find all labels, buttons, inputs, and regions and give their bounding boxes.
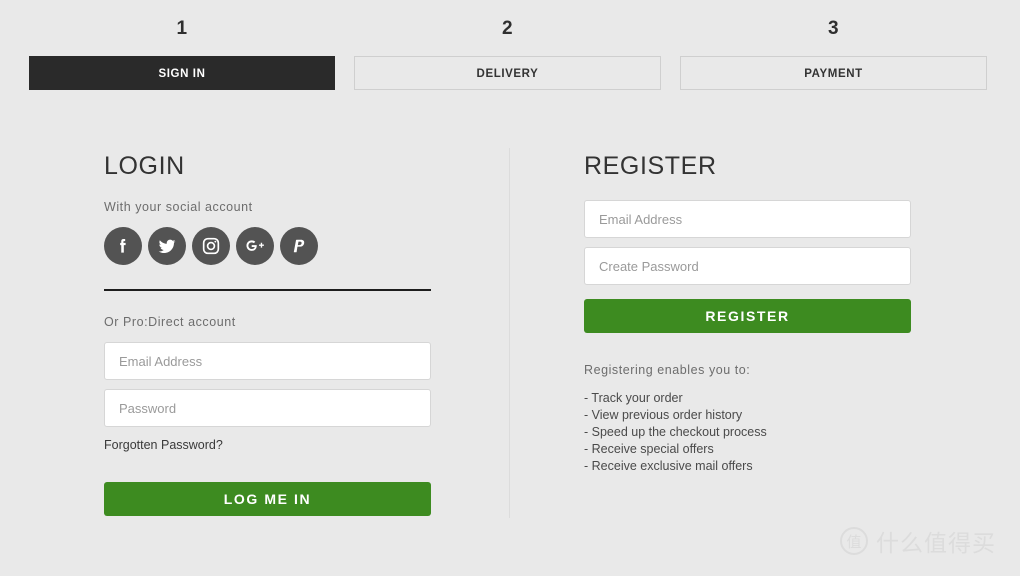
benefit-item: - View previous order history bbox=[584, 408, 743, 422]
register-title: REGISTER bbox=[584, 152, 717, 180]
twitter-icon[interactable] bbox=[148, 227, 186, 265]
forgotten-password-link[interactable]: Forgotten Password? bbox=[104, 438, 223, 452]
tab-delivery[interactable]: DELIVERY bbox=[354, 56, 661, 90]
tab-sign-in[interactable]: SIGN IN bbox=[29, 56, 335, 90]
login-email-input[interactable] bbox=[104, 342, 431, 380]
step-number-2: 2 bbox=[501, 18, 514, 39]
login-title: LOGIN bbox=[104, 152, 185, 180]
log-me-in-button[interactable]: LOG ME IN bbox=[104, 482, 431, 516]
benefit-item: - Speed up the checkout process bbox=[584, 425, 767, 439]
register-benefits: Registering enables you to: - Track your… bbox=[584, 363, 911, 475]
checkout-step-delivery: 2 DELIVERY bbox=[354, 16, 661, 90]
register-button[interactable]: REGISTER bbox=[584, 299, 911, 333]
register-submit-wrapper: REGISTER bbox=[584, 299, 911, 333]
watermark-text: 什么值得买 bbox=[876, 531, 996, 557]
benefit-item: - Receive exclusive mail offers bbox=[584, 459, 753, 473]
instagram-icon[interactable] bbox=[192, 227, 230, 265]
watermark-badge-icon: 值 bbox=[840, 527, 868, 555]
column-divider bbox=[509, 148, 510, 518]
social-login-row bbox=[104, 227, 431, 265]
register-panel: REGISTER REGISTER Registering enables yo… bbox=[584, 150, 911, 475]
login-submit-wrapper: LOG ME IN bbox=[104, 482, 431, 516]
benefit-item: - Track your order bbox=[584, 391, 683, 405]
step-number-3: 3 bbox=[827, 18, 840, 39]
checkout-step-signin: 1 SIGN IN bbox=[29, 16, 335, 90]
site-watermark: 值 什么值得买 bbox=[840, 524, 996, 558]
prodirect-account-label: Or Pro:Direct account bbox=[104, 315, 236, 329]
social-account-label: With your social account bbox=[104, 200, 253, 214]
register-email-input[interactable] bbox=[584, 200, 911, 238]
paypal-icon[interactable] bbox=[280, 227, 318, 265]
step-number-1: 1 bbox=[176, 18, 188, 39]
benefit-item: - Receive special offers bbox=[584, 442, 714, 456]
login-separator bbox=[104, 289, 431, 291]
checkout-step-payment: 3 PAYMENT bbox=[680, 16, 987, 90]
google-plus-icon[interactable] bbox=[236, 227, 274, 265]
checkout-signin-page: 1 SIGN IN 2 DELIVERY 3 PAYMENT LOGIN Wit… bbox=[0, 0, 1020, 576]
tab-payment[interactable]: PAYMENT bbox=[680, 56, 987, 90]
login-password-input[interactable] bbox=[104, 389, 431, 427]
login-panel: LOGIN With your social account Or Pro:Di… bbox=[104, 150, 431, 516]
facebook-icon[interactable] bbox=[104, 227, 142, 265]
checkout-steps: 1 SIGN IN 2 DELIVERY 3 PAYMENT bbox=[29, 16, 987, 94]
register-password-input[interactable] bbox=[584, 247, 911, 285]
benefits-title: Registering enables you to: bbox=[584, 363, 751, 377]
